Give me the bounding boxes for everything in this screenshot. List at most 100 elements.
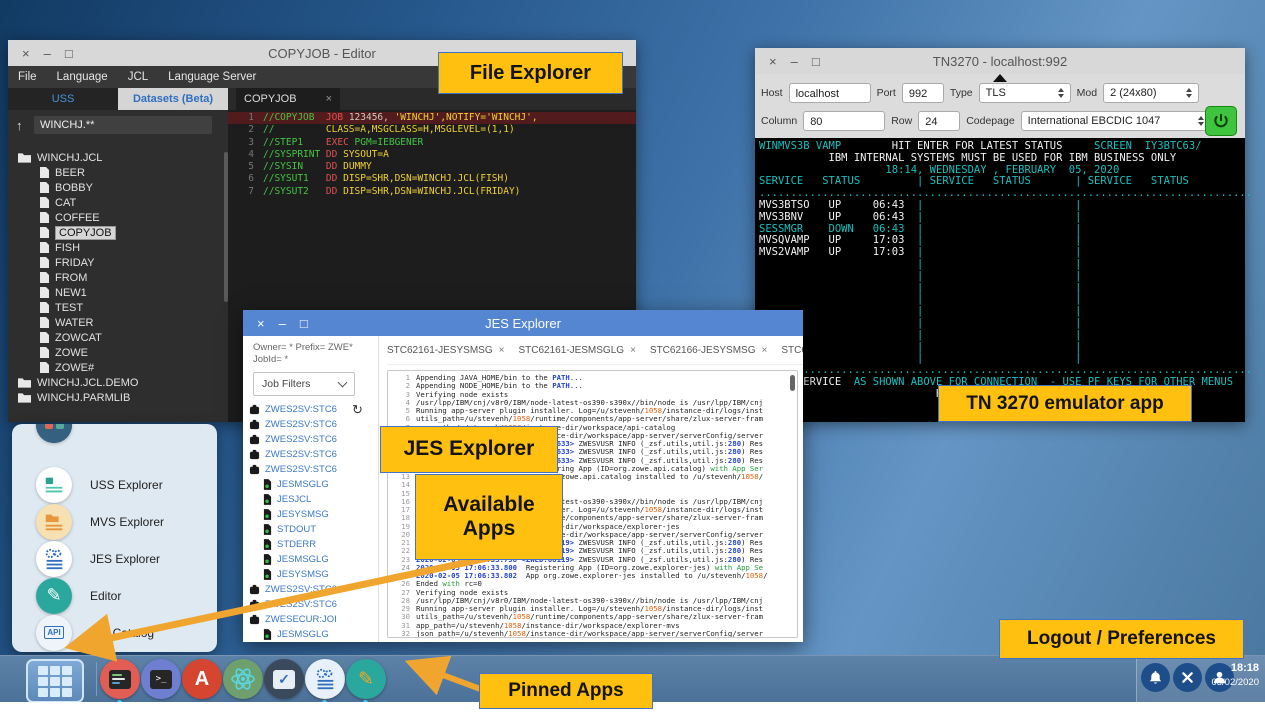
tree-file[interactable]: BEER [8, 165, 222, 180]
tree-file-label: FISH [55, 242, 80, 254]
text-segment: HIT ENTER FOR LATEST STATUS [892, 140, 1063, 152]
tree-file[interactable]: COFFEE [8, 210, 222, 225]
port-input[interactable]: 992 [902, 83, 944, 103]
text-segment: 1058 [513, 613, 531, 621]
tree-file[interactable]: BOBBY [8, 180, 222, 195]
menu-language-server[interactable]: Language Server [158, 71, 266, 83]
app-item-api-catalog[interactable]: APIAPI Catalog [12, 614, 217, 651]
tree-file[interactable]: NEW1 [8, 285, 222, 300]
pinned-angular-app[interactable]: A [182, 659, 222, 699]
tree-file[interactable]: TEST [8, 300, 222, 315]
app-item-partial[interactable] [12, 424, 217, 443]
job-filters-dropdown[interactable]: Job Filters [253, 372, 355, 396]
text-segment: Verifying node exists [416, 391, 508, 399]
close-tab-icon[interactable]: × [630, 345, 636, 356]
callout-tn3270: TN 3270 emulator app [938, 385, 1192, 422]
tree-folder[interactable]: WINCHJ.JCL.DEMO [8, 375, 222, 390]
log-scrollbar[interactable] [790, 375, 795, 391]
job-item[interactable]: ZWES2SV:STC6 [249, 447, 378, 462]
spool-file-item[interactable]: JESMSGLG [249, 552, 378, 567]
spool-file-item[interactable]: JESMSGLG [249, 477, 378, 492]
app-item-mvs-explorer[interactable]: MVS Explorer [12, 503, 217, 540]
text-segment: | | [759, 258, 1081, 270]
pinned-jes-explorer-app[interactable] [305, 659, 345, 699]
log-line: 26Ended with rc=0 [388, 580, 789, 588]
spool-file-item[interactable]: STDOUT [249, 522, 378, 537]
text-segment: 'WINCHJ',NOTIFY='WINCHJ', [395, 112, 538, 124]
app-item-jes-explorer[interactable]: JES Explorer [12, 540, 217, 577]
text-segment: Running app-server plugin installer. Log… [416, 407, 644, 415]
text-segment: | | [904, 246, 1081, 258]
pinned-terminal-app[interactable]: >_ [141, 659, 181, 699]
terminal-screen[interactable]: WINMVS3B VAMP HIT ENTER FOR LATEST STATU… [755, 138, 1245, 422]
host-input[interactable]: localhost [789, 83, 871, 103]
close-tab-icon[interactable]: × [499, 345, 505, 356]
notifications-button[interactable] [1141, 663, 1170, 692]
spool-file-item[interactable]: JESYSMSG [249, 507, 378, 522]
close-tab-icon[interactable]: × [326, 93, 332, 105]
text-segment: DD [326, 173, 343, 185]
column-input[interactable]: 80 [803, 111, 885, 131]
spool-file-item[interactable]: JESMSGLG [249, 627, 378, 642]
job-item[interactable]: ZWES2SV:STC6 [249, 432, 378, 447]
pinned-tasks-app[interactable]: ✓ [264, 659, 304, 699]
tree-file[interactable]: ZOWE [8, 345, 222, 360]
tree-file[interactable]: FISH [8, 240, 222, 255]
up-directory-icon[interactable]: ↑ [16, 118, 23, 133]
job-label: JESJCL [277, 494, 311, 505]
app-launcher-button[interactable] [26, 659, 84, 703]
job-item[interactable]: ZWES2SV:STC6↻ [249, 402, 378, 417]
text-segment: Ended [416, 580, 442, 588]
tree-folder[interactable]: WINCHJ.PARMLIB [8, 390, 222, 405]
spool-tab[interactable]: STC62166-JESYSMSG× [650, 345, 767, 356]
tree-file[interactable]: WATER [8, 315, 222, 330]
text-segment: /instance-dir/workspace/app-server/serve… [526, 630, 763, 638]
menu-jcl[interactable]: JCL [118, 71, 158, 83]
log-line: 252020-02-05 17:06:33.802 App org.zowe.e… [388, 572, 789, 580]
codepage-select[interactable]: International EBCDIC 1047 [1021, 111, 1211, 131]
job-item[interactable]: ZWES2SV:STC6 [249, 597, 378, 612]
tree-file[interactable]: ZOWE# [8, 360, 222, 375]
spool-tab[interactable]: STC62166-JESM× [781, 345, 803, 356]
tree-file[interactable]: FROM [8, 270, 222, 285]
power-connect-button[interactable] [1205, 106, 1237, 136]
pinned-code-editor-app[interactable] [100, 659, 140, 699]
spool-tab[interactable]: STC62161-JESMSGLG× [518, 345, 635, 356]
line-number: 23 [388, 556, 416, 564]
close-tab-icon[interactable]: × [762, 345, 768, 356]
app-item-uss-explorer[interactable]: USS Explorer [12, 466, 217, 503]
type-select[interactable]: TLS [979, 83, 1071, 103]
job-label: ZWES2SV:STC6 [265, 434, 337, 445]
pinned-editor-app[interactable]: ✎ [346, 659, 386, 699]
tab-datasets[interactable]: Datasets (Beta) [118, 88, 228, 110]
field-value: International EBCDIC 1047 [1028, 111, 1161, 131]
mod-select[interactable]: 2 (24x80) [1103, 83, 1199, 103]
spool-tab[interactable]: STC62161-JESYSMSG× [387, 345, 504, 356]
tree-file[interactable]: CAT [8, 195, 222, 210]
menu-language[interactable]: Language [47, 71, 118, 83]
log-line: 1Appending JAVA_HOME/bin to the PATH... [388, 374, 789, 382]
refresh-icon[interactable]: ↻ [352, 403, 363, 416]
job-item[interactable]: ZWESECUR:JOI [249, 612, 378, 627]
tree-file[interactable]: ZOWCAT [8, 330, 222, 345]
app-item-editor[interactable]: ✎Editor [12, 577, 217, 614]
pinned-react-app[interactable] [223, 659, 263, 699]
job-item[interactable]: ZWES2SV:STC6 [249, 462, 378, 477]
preferences-button[interactable] [1173, 663, 1202, 692]
menu-file[interactable]: File [8, 71, 47, 83]
tab-uss[interactable]: USS [8, 88, 118, 110]
text-segment: /instance-dir/workspace/explorer-mvs [521, 622, 679, 630]
tree-file[interactable]: FRIDAY [8, 255, 222, 270]
spool-file-item[interactable]: STDERR [249, 537, 378, 552]
tree-folder-root[interactable]: WINCHJ.JCL [8, 150, 222, 165]
text-segment: with [442, 580, 460, 588]
job-item[interactable]: ZWES2SV:STC6 [249, 582, 378, 597]
row-input[interactable]: 24 [918, 111, 960, 131]
job-item[interactable]: ZWES2SV:STC6 [249, 417, 378, 432]
spool-file-item[interactable]: JESJCL [249, 492, 378, 507]
editor-open-file-tab[interactable]: COPYJOB × [236, 88, 340, 110]
spool-file-item[interactable]: JESYSMSG [249, 567, 378, 582]
log-line: 28/usr/lpp/IBM/cnj/v8r0/IBM/node-latest-… [388, 597, 789, 605]
dataset-filter-input[interactable]: WINCHJ.** [34, 116, 212, 134]
tree-file[interactable]: COPYJOB [8, 225, 222, 240]
